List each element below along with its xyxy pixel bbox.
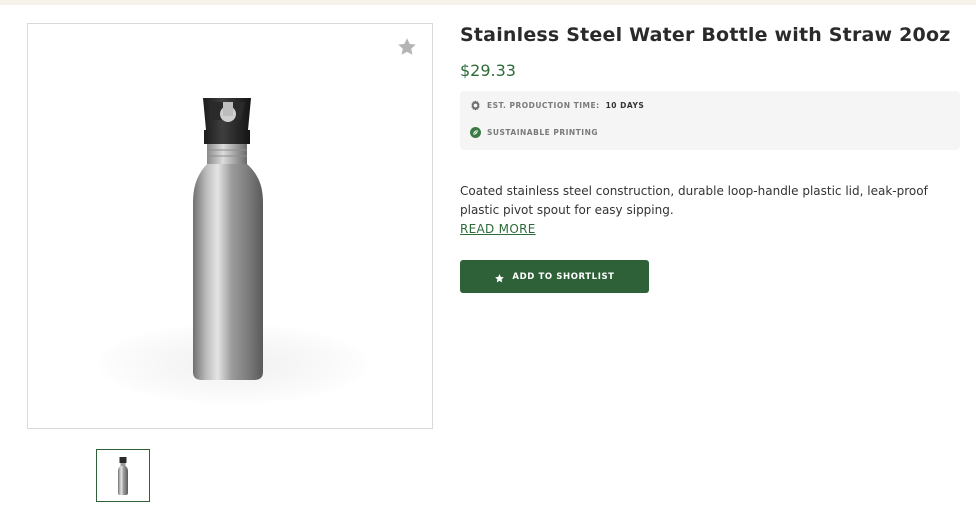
production-time-row: EST. PRODUCTION TIME: 10 DAYS (470, 100, 644, 111)
product-image-frame (27, 23, 433, 429)
add-to-shortlist-label: ADD TO SHORTLIST (512, 271, 615, 282)
sustainable-printing-label: SUSTAINABLE PRINTING (487, 128, 599, 137)
star-icon (495, 274, 505, 283)
product-info-box: EST. PRODUCTION TIME: 10 DAYS SUSTAINABL… (460, 91, 960, 150)
thumbnail-bottle-image (118, 457, 128, 495)
production-time-value: 10 DAYS (605, 101, 645, 110)
thumbnail-1[interactable] (96, 449, 150, 502)
add-to-shortlist-button[interactable]: ADD TO SHORTLIST (460, 260, 649, 293)
production-time-label: EST. PRODUCTION TIME: (487, 101, 600, 110)
product-description: Coated stainless steel construction, dur… (460, 184, 928, 217)
product-title: Stainless Steel Water Bottle with Straw … (460, 24, 951, 46)
top-strip (0, 0, 976, 5)
product-price: $29.33 (460, 61, 516, 80)
product-bottle-image (193, 98, 263, 380)
sustainable-printing-row: SUSTAINABLE PRINTING (470, 127, 598, 138)
gear-icon (471, 100, 480, 111)
favorite-star-icon[interactable] (396, 36, 418, 58)
leaf-icon (470, 127, 481, 138)
read-more-link[interactable]: READ MORE (460, 222, 536, 236)
